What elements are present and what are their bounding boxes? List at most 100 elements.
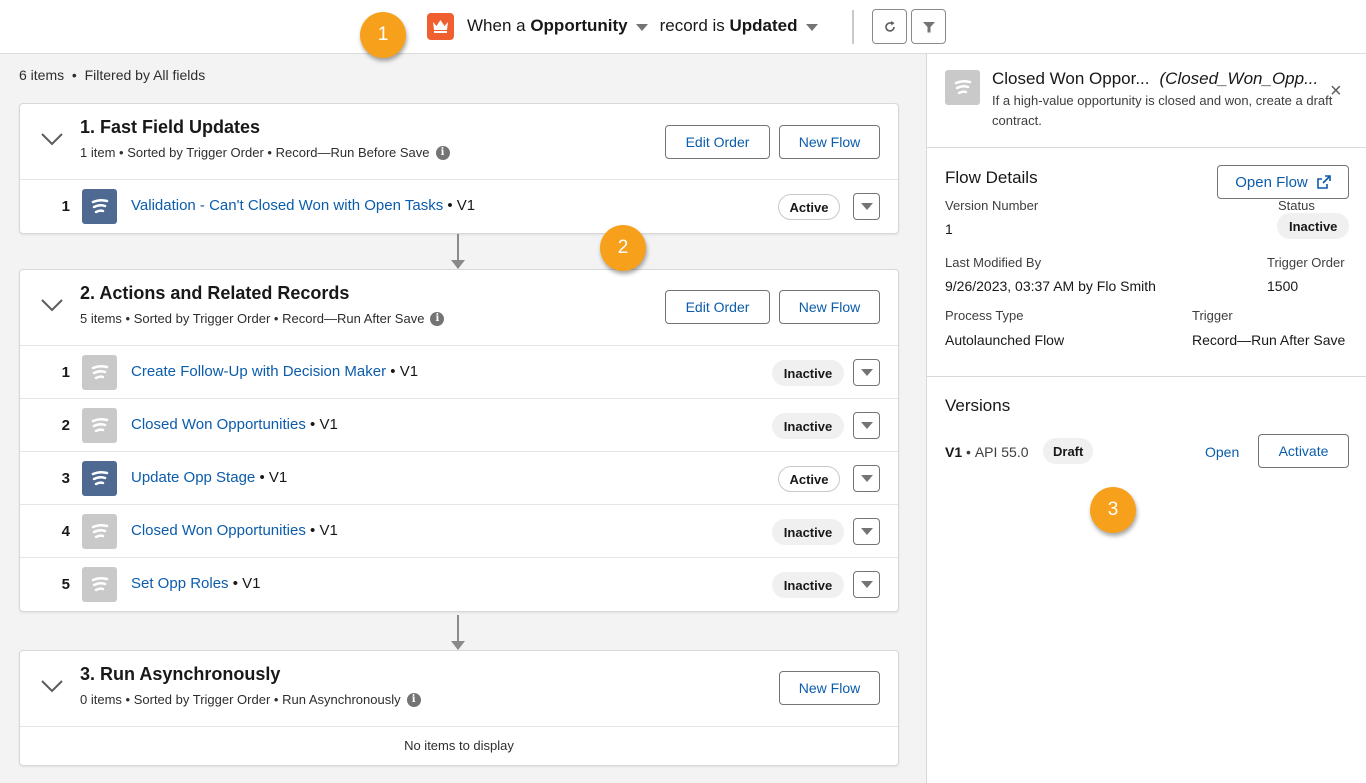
separator: • xyxy=(259,469,265,486)
new-flow-button[interactable]: New Flow xyxy=(779,290,880,324)
flow-link[interactable]: Set Opp Roles xyxy=(131,575,229,592)
open-flow-button[interactable]: Open Flow xyxy=(1217,165,1349,199)
event-selector[interactable]: Updated xyxy=(730,16,798,36)
trigger-prefix: When a xyxy=(467,16,526,35)
chevron-down-icon xyxy=(860,581,873,588)
close-icon[interactable]: × xyxy=(1330,80,1342,103)
status-badge: Inactive xyxy=(772,360,844,386)
flow-label: Create Follow-Up with Decision Maker • V… xyxy=(131,363,418,380)
row-actions-button[interactable] xyxy=(853,412,880,439)
status-badge: Inactive xyxy=(772,572,844,598)
flow-label: Closed Won Opportunities • V1 xyxy=(131,522,338,539)
row-number: 3 xyxy=(61,470,70,487)
flow-label: Update Opp Stage • V1 xyxy=(131,469,287,486)
new-flow-button[interactable]: New Flow xyxy=(779,671,880,705)
flow-label: Set Opp Roles • V1 xyxy=(131,575,261,592)
panel-title: Closed Won Oppor... (Closed_Won_Opp... xyxy=(992,69,1318,89)
empty-state: No items to display xyxy=(404,738,514,753)
row-number: 1 xyxy=(61,198,70,215)
flow-icon xyxy=(82,567,117,602)
chevron-down-icon[interactable] xyxy=(40,298,64,312)
divider xyxy=(852,10,854,44)
flow-link[interactable]: Update Opp Stage xyxy=(131,469,255,486)
row-number: 2 xyxy=(61,417,70,434)
table-row: 2 Closed Won Opportunities • V1 Inactive xyxy=(20,399,898,452)
event-dropdown-icon[interactable] xyxy=(805,24,818,31)
chevron-down-icon xyxy=(860,369,873,376)
filter-status: Filtered by All fields xyxy=(84,67,206,83)
separator: • xyxy=(232,575,238,592)
flow-icon xyxy=(82,514,117,549)
table-row: 1 Create Follow-Up with Decision Maker •… xyxy=(20,346,898,399)
section-header: 2. Actions and Related Records 5 items •… xyxy=(20,270,898,346)
filter-button[interactable] xyxy=(911,9,946,44)
crown-icon xyxy=(427,12,454,40)
filter-icon xyxy=(922,21,935,32)
object-selector[interactable]: Opportunity xyxy=(530,16,627,36)
row-number: 4 xyxy=(61,523,70,540)
flow-link[interactable]: Closed Won Opportunities xyxy=(131,416,306,433)
flow-link[interactable]: Validation - Can't Closed Won with Open … xyxy=(131,197,443,214)
trigger-value: Record—Run After Save xyxy=(1192,332,1346,348)
row-actions-button[interactable] xyxy=(853,465,880,492)
section-run-asynchronously: 3. Run Asynchronously 0 items • Sorted b… xyxy=(19,650,899,766)
flow-icon xyxy=(82,189,117,224)
separator: • xyxy=(273,311,279,326)
refresh-button[interactable] xyxy=(872,9,907,44)
separator: • xyxy=(119,145,124,160)
trigger-label: Trigger xyxy=(1192,308,1233,323)
chevron-down-icon[interactable] xyxy=(40,679,64,693)
activate-button[interactable]: Activate xyxy=(1258,434,1349,468)
flow-icon xyxy=(945,70,980,105)
status-badge: Inactive xyxy=(1277,213,1350,239)
section-subtitle: 1 item • Sorted by Trigger Order • Recor… xyxy=(80,145,450,160)
chevron-down-icon xyxy=(860,528,873,535)
flow-description: If a high-value opportunity is closed an… xyxy=(992,93,1333,128)
info-icon[interactable]: i xyxy=(435,145,450,160)
row-actions-button[interactable] xyxy=(853,193,880,220)
chevron-down-icon xyxy=(860,475,873,482)
table-row: 3 Update Opp Stage • V1 Active xyxy=(20,452,898,505)
trigger-middle: record is xyxy=(659,16,725,35)
info-icon[interactable]: i xyxy=(406,692,421,707)
chevron-down-icon[interactable] xyxy=(40,132,64,146)
section-run-type: Record—Run After Save xyxy=(282,311,425,326)
last-modified-label: Last Modified By xyxy=(945,255,1042,270)
edit-order-button[interactable]: Edit Order xyxy=(665,125,770,159)
item-count: 6 items xyxy=(19,67,65,83)
open-version-link[interactable]: Open xyxy=(1205,444,1239,460)
flow-icon xyxy=(82,461,117,496)
flow-link[interactable]: Create Follow-Up with Decision Maker xyxy=(131,363,386,380)
flow-icon xyxy=(82,408,117,443)
section-run-type: Run Asynchronously xyxy=(282,692,401,707)
section-heading: Flow Details xyxy=(945,168,1038,187)
row-actions-button[interactable] xyxy=(853,571,880,598)
flow-version: V1 xyxy=(242,575,261,592)
status-badge: Inactive xyxy=(772,519,844,545)
open-flow-label: Open Flow xyxy=(1235,173,1308,191)
separator: • xyxy=(273,692,279,707)
separator: • xyxy=(310,416,316,433)
flow-label: Validation - Can't Closed Won with Open … xyxy=(131,197,475,214)
version-number-label: Version Number xyxy=(945,198,1039,213)
flow-version: V1 xyxy=(268,469,288,486)
table-row: 1 Validation - Can't Closed Won with Ope… xyxy=(20,180,898,233)
row-actions-button[interactable] xyxy=(853,359,880,386)
info-icon[interactable]: i xyxy=(430,311,445,326)
flow-connector-arrow xyxy=(451,615,465,650)
table-row: 5 Set Opp Roles • V1 Inactive xyxy=(20,558,898,611)
status-badge: Inactive xyxy=(772,413,844,439)
object-dropdown-icon[interactable] xyxy=(635,24,648,31)
new-flow-button[interactable]: New Flow xyxy=(779,125,880,159)
separator: • xyxy=(125,692,131,707)
callout-marker: 3 xyxy=(1090,487,1136,533)
edit-order-button[interactable]: Edit Order xyxy=(665,290,770,324)
flow-link[interactable]: Closed Won Opportunities xyxy=(131,522,306,539)
row-actions-button[interactable] xyxy=(853,518,880,545)
table-row: 4 Closed Won Opportunities • V1 Inactive xyxy=(20,505,898,558)
versions-section: Versions V1 • API 55.0 Draft Open Activa… xyxy=(927,377,1366,557)
separator: • xyxy=(125,311,131,326)
section-title: 3. Run Asynchronously xyxy=(80,664,281,684)
flow-api-name: (Closed_Won_Opp... xyxy=(1159,69,1319,88)
flow-details-section: Flow Details Open Flow Process Type Auto… xyxy=(927,148,1366,377)
